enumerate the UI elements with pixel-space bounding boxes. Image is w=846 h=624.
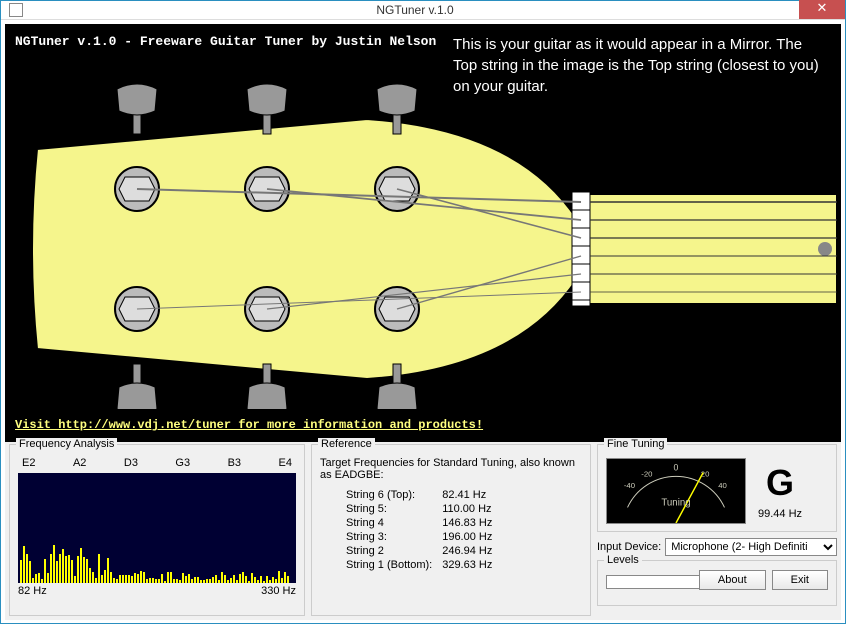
window-title: NGTuner v.1.0 xyxy=(31,3,799,17)
tuning-meter: 0 -20 20 -40 40 Tuning xyxy=(606,458,746,524)
svg-text:-40: -40 xyxy=(624,481,635,490)
right-column: Fine Tuning 0 -20 20 -40 40 Tuning G xyxy=(597,444,837,616)
app-title: NGTuner v.1.0 - Freeware Guitar Tuner by… xyxy=(15,34,436,49)
svg-text:Tuning: Tuning xyxy=(661,498,690,509)
note-labels: E2 A2 D3 G3 B3 E4 xyxy=(18,457,296,469)
guitar-headstock-graphic xyxy=(17,79,837,409)
table-row: String 1 (Bottom):329.63 Hz xyxy=(346,559,500,571)
content: NGTuner v.1.0 - Freeware Guitar Tuner by… xyxy=(1,20,845,624)
svg-text:-20: -20 xyxy=(641,469,652,478)
table-row: String 6 (Top):82.41 Hz xyxy=(346,489,500,501)
svg-text:40: 40 xyxy=(718,481,727,490)
table-row: String 4146.83 Hz xyxy=(346,517,500,529)
exit-button[interactable]: Exit xyxy=(772,570,828,590)
group-title: Reference xyxy=(318,438,375,450)
reference-group: Reference Target Frequencies for Standar… xyxy=(311,444,591,616)
frequency-analysis-group: Frequency Analysis E2 A2 D3 G3 B3 E4 82 … xyxy=(9,444,305,616)
note-label: A2 xyxy=(73,457,86,469)
input-device-select[interactable]: Microphone (2- High Definiti xyxy=(665,538,837,556)
app-window: NGTuner v.1.0 ✕ NGTuner v.1.0 - Freeware… xyxy=(0,0,846,624)
group-title: Frequency Analysis xyxy=(16,438,117,450)
freq-min: 82 Hz xyxy=(18,585,47,597)
group-title: Fine Tuning xyxy=(604,438,667,450)
tuner-knob[interactable] xyxy=(117,84,157,134)
note-label: E4 xyxy=(279,457,292,469)
spectrum-display xyxy=(18,473,296,583)
app-icon xyxy=(9,3,23,17)
freq-max: 330 Hz xyxy=(261,585,296,597)
detected-note: G xyxy=(758,462,802,504)
levels-group: Levels About Exit xyxy=(597,560,837,606)
fine-tuning-group: Fine Tuning 0 -20 20 -40 40 Tuning G xyxy=(597,444,837,532)
close-button[interactable]: ✕ xyxy=(799,0,845,19)
website-link[interactable]: Visit http://www.vdj.net/tuner for more … xyxy=(15,418,483,432)
note-label: G3 xyxy=(175,457,190,469)
bottom-panel: Frequency Analysis E2 A2 D3 G3 B3 E4 82 … xyxy=(5,442,841,620)
guitar-panel: NGTuner v.1.0 - Freeware Guitar Tuner by… xyxy=(5,24,841,442)
note-label: B3 xyxy=(228,457,241,469)
about-button[interactable]: About xyxy=(699,570,766,590)
reference-description: Target Frequencies for Standard Tuning, … xyxy=(320,457,582,481)
input-device-label: Input Device: xyxy=(597,541,661,553)
reference-table: String 6 (Top):82.41 Hz String 5:110.00 … xyxy=(344,487,502,573)
titlebar: NGTuner v.1.0 ✕ xyxy=(1,1,845,20)
table-row: String 3:196.00 Hz xyxy=(346,531,500,543)
svg-text:0: 0 xyxy=(674,463,679,473)
table-row: String 2246.94 Hz xyxy=(346,545,500,557)
detected-frequency: 99.44 Hz xyxy=(758,508,802,520)
table-row: String 5:110.00 Hz xyxy=(346,503,500,515)
note-label: E2 xyxy=(22,457,35,469)
tuner-knob[interactable] xyxy=(117,364,157,409)
note-label: D3 xyxy=(124,457,138,469)
group-title: Levels xyxy=(604,554,642,566)
